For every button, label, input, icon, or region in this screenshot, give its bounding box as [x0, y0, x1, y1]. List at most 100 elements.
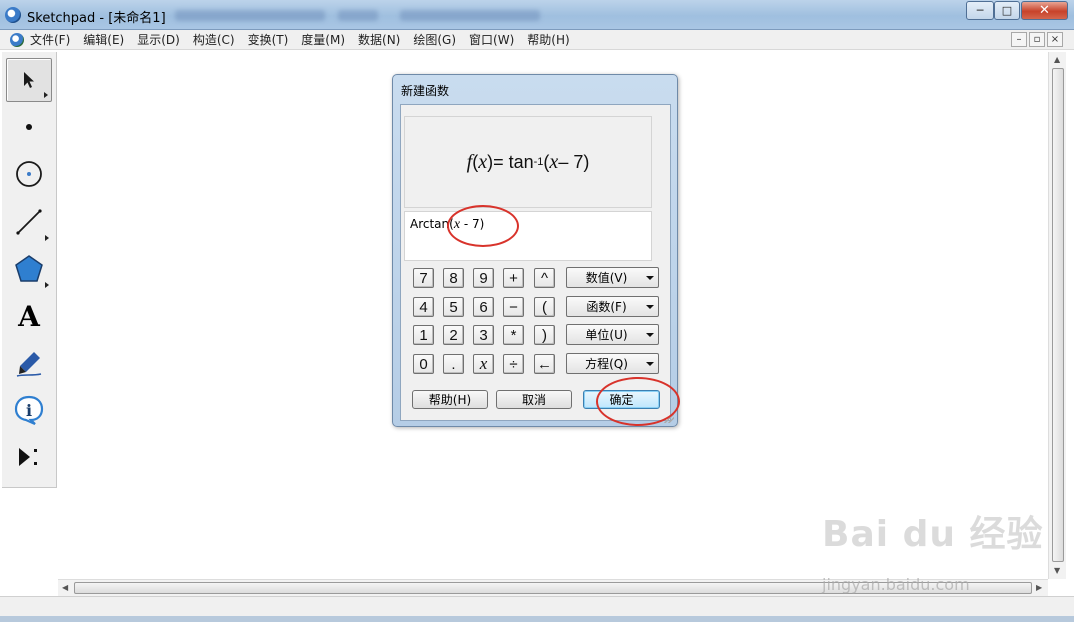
menu-edit[interactable]: 编辑(E): [83, 31, 124, 48]
blurred-taskbar-text: [400, 10, 540, 21]
key-3[interactable]: 3: [473, 325, 494, 345]
values-dropdown[interactable]: 数值(V): [566, 267, 659, 288]
key-multiply[interactable]: *: [503, 325, 524, 345]
cancel-button[interactable]: 取消: [496, 390, 572, 409]
key-9[interactable]: 9: [473, 268, 494, 288]
key-6[interactable]: 6: [473, 297, 494, 317]
formula-equals-tan: = tan: [493, 151, 534, 172]
menu-number[interactable]: 数据(N): [358, 31, 400, 48]
status-bar: [0, 596, 1074, 616]
menu-construct[interactable]: 构造(C): [193, 31, 235, 48]
formula-argument-tail: – 7): [558, 151, 590, 172]
key-open-paren[interactable]: (: [534, 297, 555, 317]
menu-help[interactable]: 帮助(H): [527, 31, 569, 48]
marker-pen-icon: [16, 352, 42, 377]
scroll-right-arrow-icon[interactable]: ▶: [1036, 583, 1042, 592]
formula-variable: x: [478, 150, 488, 173]
menu-bar: 文件(F) 编辑(E) 显示(D) 构造(C) 变换(T) 度量(M) 数据(N…: [0, 30, 1074, 50]
point-tool[interactable]: [6, 105, 52, 149]
toolbox: A i: [2, 52, 57, 488]
chevron-down-icon: [642, 276, 658, 280]
key-8[interactable]: 8: [443, 268, 464, 288]
key-decimal[interactable]: .: [443, 354, 464, 374]
menu-window[interactable]: 窗口(W): [469, 31, 514, 48]
key-minus[interactable]: −: [503, 297, 524, 317]
units-dropdown[interactable]: 单位(U): [566, 324, 659, 345]
circle-compass-icon: [16, 161, 42, 187]
expression-input[interactable]: Arctan(x - 7): [404, 211, 652, 261]
line-segment-icon: [16, 209, 42, 235]
play-custom-icon: [19, 448, 37, 466]
maximize-button[interactable]: □: [994, 1, 1020, 20]
tool-submenu-indicator: [44, 92, 48, 98]
key-variable-x[interactable]: x: [473, 354, 494, 374]
text-tool[interactable]: A: [6, 294, 52, 338]
formula-inverse-exponent: -1: [533, 156, 544, 168]
scroll-left-arrow-icon[interactable]: ◀: [62, 583, 68, 592]
key-plus[interactable]: +: [503, 268, 524, 288]
straightedge-tool[interactable]: [6, 200, 52, 244]
chevron-down-icon: [642, 305, 658, 309]
compass-tool[interactable]: [6, 152, 52, 196]
chevron-down-icon: [642, 362, 658, 366]
tool-submenu-indicator: [45, 235, 49, 241]
annotation-ellipse-ok-button: [596, 377, 680, 426]
help-button[interactable]: 帮助(H): [412, 390, 488, 409]
information-tool[interactable]: i: [6, 388, 52, 432]
custom-tool[interactable]: [6, 435, 52, 479]
menu-file[interactable]: 文件(F): [30, 31, 70, 48]
window-title: Sketchpad - [未命名1]: [27, 11, 166, 26]
formula-argument-variable: x: [549, 150, 559, 173]
point-icon: [26, 124, 32, 130]
doc-minimize-button[interactable]: –: [1011, 32, 1027, 47]
units-dropdown-label: 单位(U): [585, 328, 628, 342]
key-divide[interactable]: ÷: [503, 354, 524, 374]
minimize-button[interactable]: ─: [966, 1, 994, 20]
tool-submenu-indicator: [45, 282, 49, 288]
chevron-down-icon: [642, 333, 658, 337]
blurred-taskbar-text: [175, 10, 325, 21]
doc-restore-button[interactable]: ▫: [1029, 32, 1045, 47]
menu-transform[interactable]: 变换(T): [248, 31, 289, 48]
title-bar: Sketchpad - [未命名1] ─ □ ✕: [0, 0, 1074, 30]
functions-dropdown[interactable]: 函数(F): [566, 296, 659, 317]
dialog-title: 新建函数: [401, 84, 450, 98]
key-1[interactable]: 1: [413, 325, 434, 345]
key-power[interactable]: ^: [534, 268, 555, 288]
polygon-icon: [15, 255, 43, 282]
key-2[interactable]: 2: [443, 325, 464, 345]
scroll-down-arrow-icon[interactable]: ▼: [1054, 566, 1060, 575]
taskbar-strip: [0, 616, 1074, 622]
document-icon[interactable]: [10, 32, 24, 47]
menu-measure[interactable]: 度量(M): [301, 31, 345, 48]
arrow-select-tool[interactable]: [6, 58, 52, 102]
baidu-watermark-url: jingyan.baidu.com: [822, 575, 970, 594]
doc-close-button[interactable]: ×: [1047, 32, 1063, 47]
vertical-scrollbar[interactable]: ▲ ▼: [1048, 52, 1066, 579]
svg-text:i: i: [26, 401, 32, 420]
scroll-up-arrow-icon[interactable]: ▲: [1054, 55, 1060, 64]
sketchpad-app-icon[interactable]: [5, 7, 21, 23]
key-5[interactable]: 5: [443, 297, 464, 317]
key-close-paren[interactable]: ): [534, 325, 555, 345]
values-dropdown-label: 数值(V): [585, 271, 628, 285]
information-icon: i: [14, 395, 44, 426]
arrow-cursor-icon: [24, 72, 34, 88]
annotation-ellipse-expression: [447, 205, 519, 247]
vertical-scroll-thumb[interactable]: [1052, 68, 1064, 562]
equation-dropdown[interactable]: 方程(Q): [566, 353, 659, 374]
functions-dropdown-label: 函数(F): [586, 300, 627, 314]
baidu-watermark: Bai du 经验: [822, 514, 1044, 555]
key-backspace[interactable]: ←: [534, 354, 555, 374]
formula-preview: f(x) = tan -1(x – 7): [404, 116, 652, 208]
marker-tool[interactable]: [6, 341, 52, 385]
equation-dropdown-label: 方程(Q): [585, 357, 628, 371]
key-7[interactable]: 7: [413, 268, 434, 288]
formula-function-name: f: [466, 150, 473, 173]
polygon-tool[interactable]: [6, 247, 52, 291]
close-button[interactable]: ✕: [1021, 1, 1068, 20]
key-0[interactable]: 0: [413, 354, 434, 374]
menu-graph[interactable]: 绘图(G): [413, 31, 456, 48]
menu-display[interactable]: 显示(D): [137, 31, 180, 48]
key-4[interactable]: 4: [413, 297, 434, 317]
